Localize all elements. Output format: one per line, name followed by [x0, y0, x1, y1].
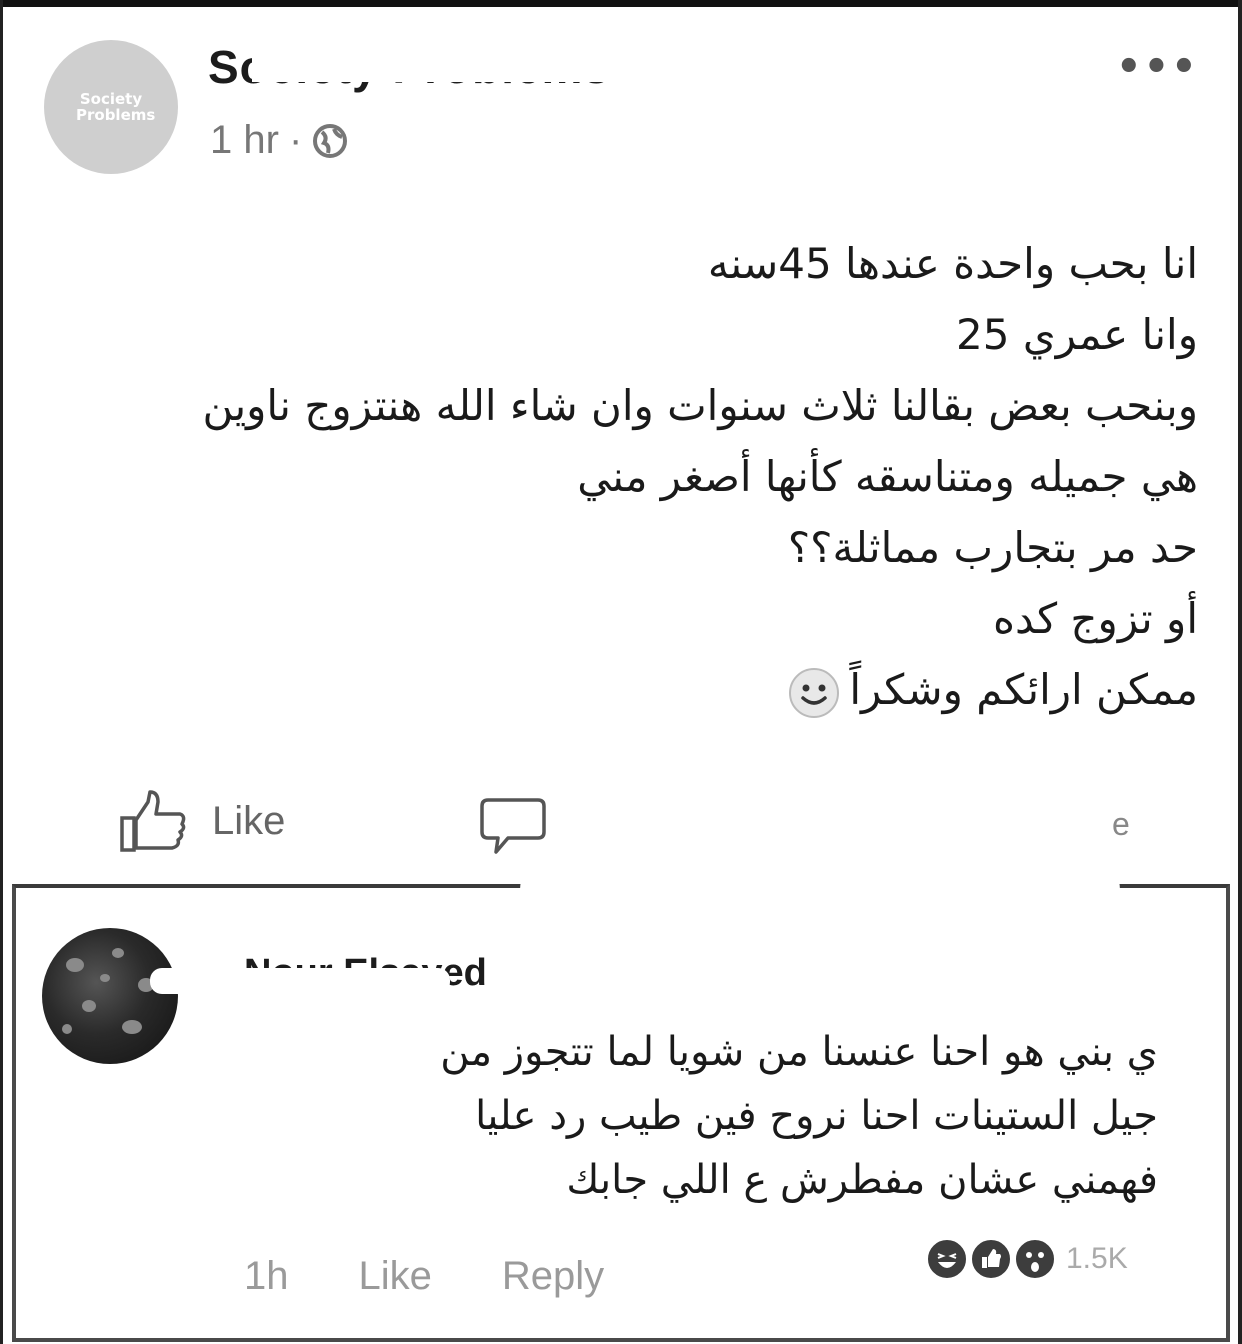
post-line: هي جميله ومتناسقه كأنها أصغر مني [577, 452, 1198, 501]
thumbs-up-icon [120, 790, 186, 852]
like-reaction-icon [970, 1238, 1012, 1280]
post-line: ممكن ارائكم وشكراً [849, 665, 1198, 714]
name-redaction [150, 968, 450, 994]
right-edge [1238, 0, 1242, 1344]
post-line: حد مر بتجارب مماثلة؟؟ [787, 523, 1198, 572]
comment-button[interactable] [478, 792, 548, 858]
post-line-last: ممكن ارائكم وشكراً [38, 654, 1198, 725]
post-time[interactable]: 1 hr [210, 118, 279, 163]
meta-separator: · [288, 118, 303, 162]
comment-line: جيل الستينات احنا نروح فين طيب رد عليا [475, 1093, 1158, 1139]
like-button[interactable]: Like [118, 788, 285, 854]
facebook-post-screenshot: Society Problems Society Problems 1 hr ·… [0, 0, 1242, 1344]
globe-icon [313, 123, 348, 158]
more-options-icon[interactable]: ••• [1116, 44, 1199, 90]
comment-reply-button[interactable]: Reply [502, 1254, 604, 1299]
post-line: وبنحب بعض بقالنا ثلاث سنوات وان شاء الله… [202, 381, 1198, 430]
post-line: انا بحب واحدة عندها 45سنه [707, 239, 1198, 288]
name-redaction [252, 46, 652, 82]
comment-time[interactable]: 1h [244, 1254, 289, 1299]
comment-text: ي بني هو احنا عنسنا من شويا لما تتجوز من… [258, 1020, 1158, 1212]
post-text: انا بحب واحدة عندها 45سنه وانا عمري 25 و… [38, 228, 1198, 725]
comment-line: ي بني هو احنا عنسنا من شويا لما تتجوز من [440, 1029, 1158, 1075]
wow-reaction-icon [1014, 1238, 1056, 1280]
redaction-blob [520, 780, 1120, 1010]
page-logo-text: Society Problems [76, 90, 156, 124]
post-line: أو تزوج كده [993, 594, 1198, 643]
comment-icon [480, 798, 546, 854]
comment-like-button[interactable]: Like [359, 1254, 432, 1299]
comment-line: فهمني عشان مفطرش ع اللي جابك [566, 1157, 1158, 1203]
page-avatar[interactable]: Society Problems [44, 40, 178, 174]
comment-actions: 1h Like Reply [244, 1254, 604, 1299]
share-label-fragment[interactable]: e [1112, 806, 1130, 843]
commenter-avatar[interactable] [42, 928, 178, 1064]
post-line: وانا عمري 25 [956, 310, 1198, 359]
reaction-summary[interactable]: 1.5K [926, 1238, 1128, 1280]
reaction-count: 1.5K [1066, 1242, 1128, 1275]
like-label: Like [212, 798, 286, 843]
top-edge [0, 0, 1242, 7]
smile-emoji-icon [789, 667, 840, 718]
post-meta: 1 hr · [210, 118, 348, 163]
haha-reaction-icon [926, 1238, 968, 1280]
left-edge [0, 0, 3, 1344]
